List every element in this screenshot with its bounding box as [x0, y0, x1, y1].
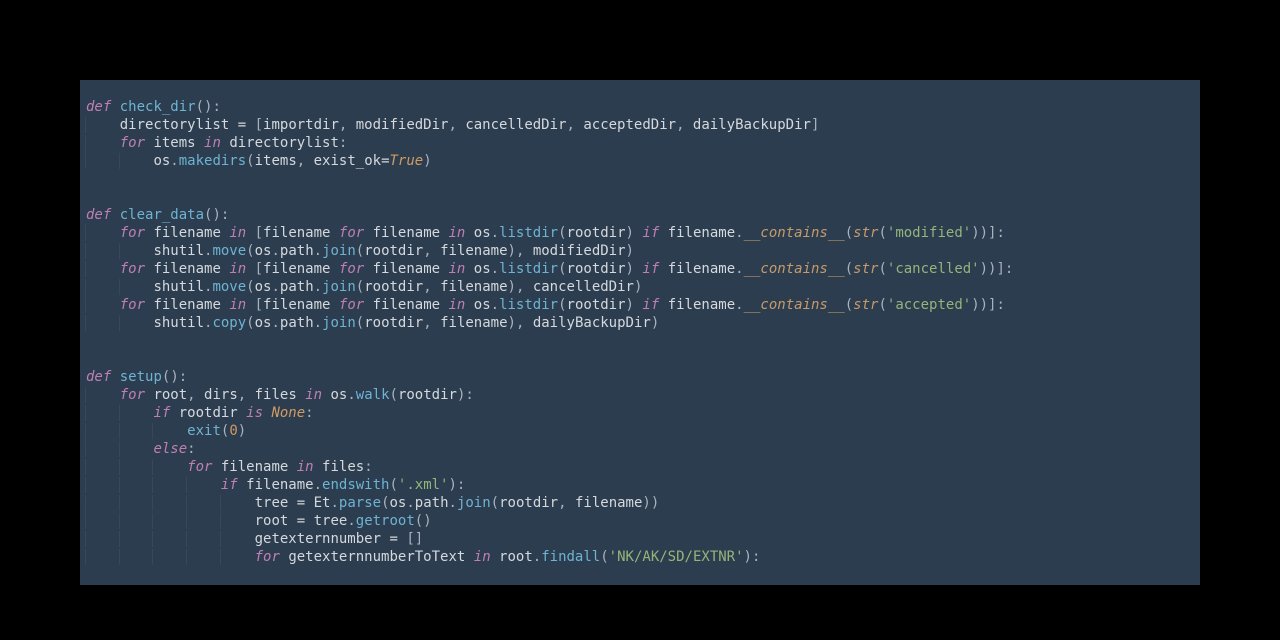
code-line[interactable] — [86, 332, 1194, 350]
code-line[interactable]: for getexternnumberToText in root.findal… — [86, 548, 1194, 566]
code-line[interactable]: if filename.endswith('.xml'): — [86, 476, 1194, 494]
code-line[interactable] — [86, 170, 1194, 188]
code-line[interactable]: shutil.move(os.path.join(rootdir, filena… — [86, 278, 1194, 296]
code-line[interactable]: for root, dirs, files in os.walk(rootdir… — [86, 386, 1194, 404]
code-line[interactable]: exit(0) — [86, 422, 1194, 440]
code-line[interactable]: directorylist = [importdir, modifiedDir,… — [86, 116, 1194, 134]
code-line[interactable]: else: — [86, 440, 1194, 458]
code-line[interactable] — [86, 188, 1194, 206]
code-line[interactable]: for filename in [filename for filename i… — [86, 296, 1194, 314]
code-line[interactable]: def clear_data(): — [86, 206, 1194, 224]
code-line[interactable]: for filename in [filename for filename i… — [86, 260, 1194, 278]
code-content[interactable]: def check_dir(): directorylist = [import… — [80, 80, 1200, 566]
code-line[interactable] — [86, 350, 1194, 368]
code-line[interactable]: for filename in [filename for filename i… — [86, 224, 1194, 242]
code-line[interactable]: if rootdir is None: — [86, 404, 1194, 422]
code-line[interactable]: root = tree.getroot() — [86, 512, 1194, 530]
code-line[interactable]: for items in directorylist: — [86, 134, 1194, 152]
code-line[interactable]: shutil.copy(os.path.join(rootdir, filena… — [86, 314, 1194, 332]
code-editor[interactable]: def check_dir(): directorylist = [import… — [80, 80, 1200, 585]
code-line[interactable]: def setup(): — [86, 368, 1194, 386]
code-line[interactable]: getexternnumber = [] — [86, 530, 1194, 548]
code-line[interactable]: tree = Et.parse(os.path.join(rootdir, fi… — [86, 494, 1194, 512]
code-line[interactable]: shutil.move(os.path.join(rootdir, filena… — [86, 242, 1194, 260]
code-line[interactable]: os.makedirs(items, exist_ok=True) — [86, 152, 1194, 170]
code-line[interactable] — [86, 80, 1194, 98]
code-line[interactable]: for filename in files: — [86, 458, 1194, 476]
code-line[interactable]: def check_dir(): — [86, 98, 1194, 116]
